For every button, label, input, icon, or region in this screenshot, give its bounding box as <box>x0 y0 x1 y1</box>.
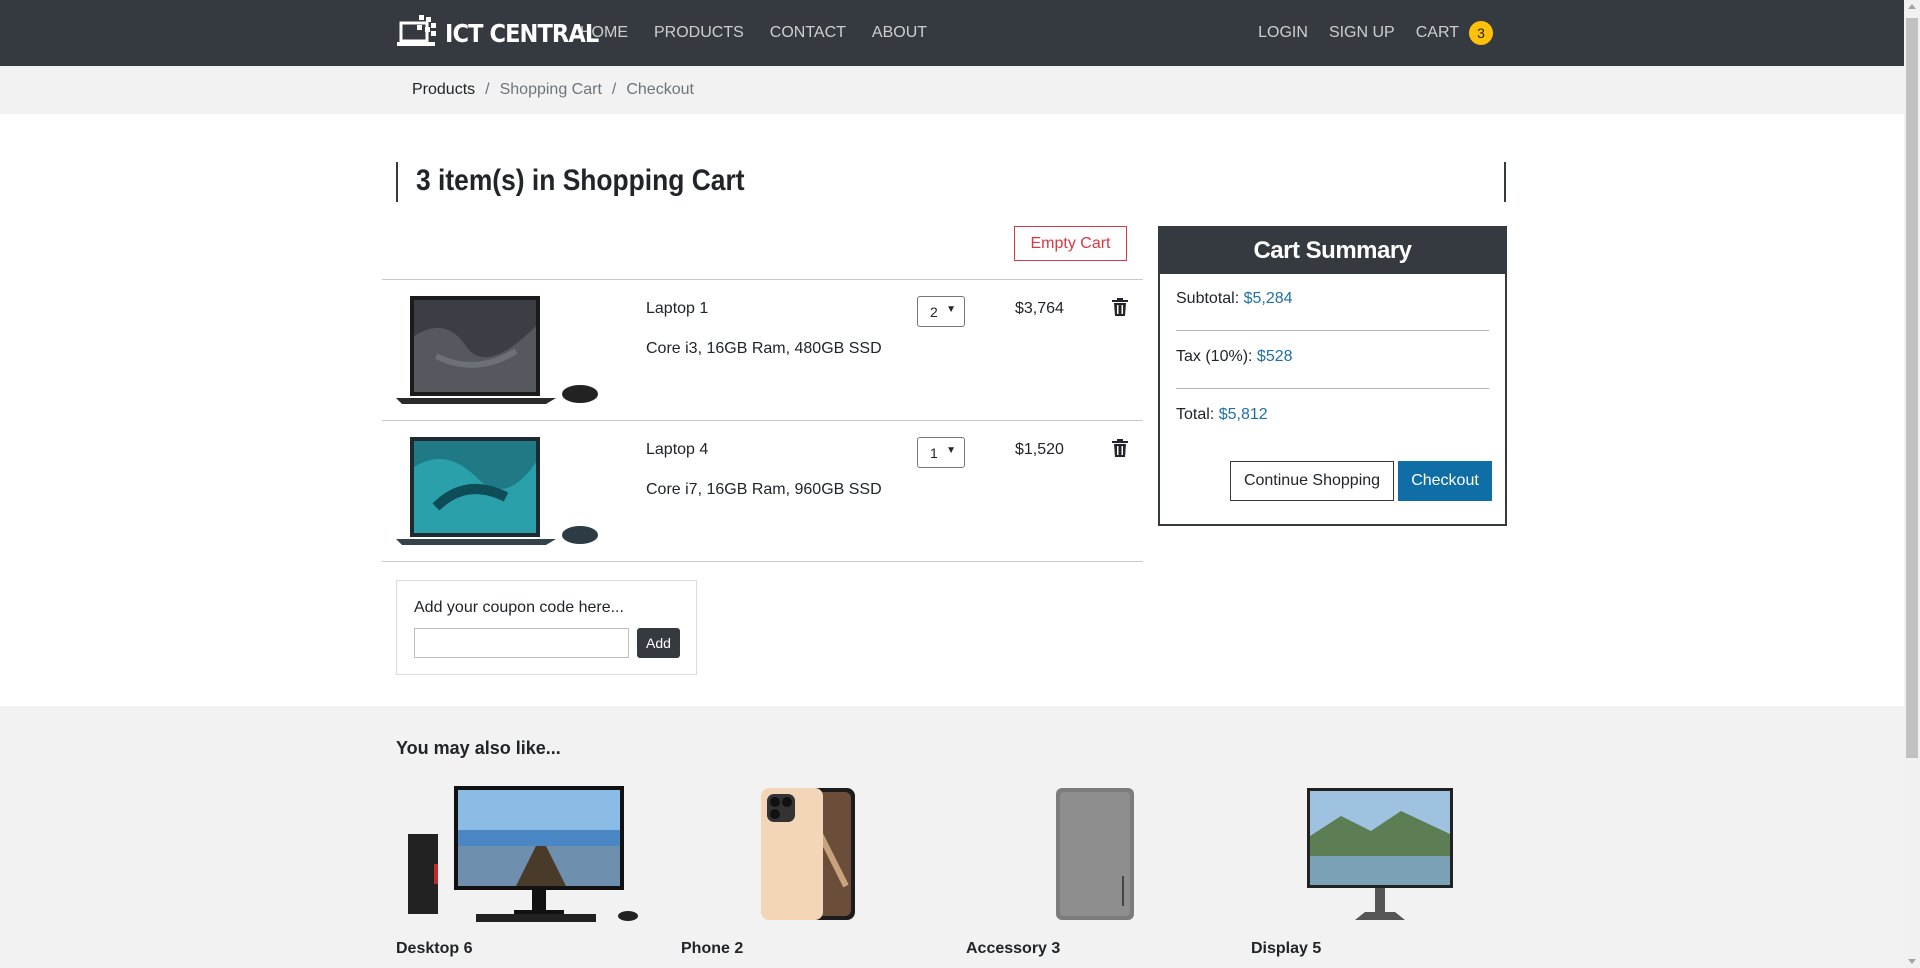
summary-divider <box>1176 388 1489 389</box>
cart-divider <box>382 561 1143 562</box>
recommendation-card[interactable]: Phone 2 <box>681 786 936 957</box>
add-coupon-button[interactable]: Add <box>637 628 680 658</box>
item-price: $1,520 <box>1015 441 1064 458</box>
brand-name: ICT CENTRAL <box>445 18 599 48</box>
breadcrumb-checkout: Checkout <box>626 81 694 98</box>
page-title-box: 3 item(s) in Shopping Cart <box>396 162 1506 202</box>
coupon-input[interactable] <box>414 628 629 658</box>
breadcrumb-separator: / <box>611 81 617 98</box>
trash-icon[interactable] <box>1112 439 1128 457</box>
recommendation-name: Desktop 6 <box>396 940 473 957</box>
cart-count-badge: 3 <box>1469 21 1493 45</box>
laptop-pixel-logo-icon <box>397 15 436 46</box>
top-navbar: ICT CENTRAL HOME PRODUCTS CONTACT ABOUT … <box>0 0 1904 66</box>
item-spec: Core i3, 16GB Ram, 480GB SSD <box>646 340 882 357</box>
chevron-down-icon: ▼ <box>946 445 956 456</box>
page-title: 3 item(s) in Shopping Cart <box>416 164 745 197</box>
monitor-image <box>1307 788 1453 920</box>
desktop-pc-image <box>408 786 638 922</box>
page-scrollbar[interactable] <box>1904 0 1920 968</box>
cart-summary-title: Cart Summary <box>1160 228 1505 274</box>
tax-label: Tax (10%): <box>1176 348 1253 365</box>
checkout-button[interactable]: Checkout <box>1398 461 1492 501</box>
summary-divider <box>1176 330 1489 331</box>
quantity-select[interactable]: 2 ▼ <box>917 296 965 327</box>
subtotal-line: Subtotal: $5,284 <box>1176 290 1293 308</box>
cart-item-row: Laptop 4 Core i7, 16GB Ram, 960GB SSD 1 … <box>382 421 1143 561</box>
account-nav: LOGIN SIGN UP CART 3 <box>1237 0 1493 66</box>
phone-image <box>761 788 855 920</box>
recommendation-name: Display 5 <box>1251 940 1322 957</box>
chevron-down-icon: ▼ <box>946 304 956 315</box>
nav-home[interactable]: HOME <box>580 24 628 42</box>
scroll-up-arrow-icon[interactable] <box>1908 4 1916 9</box>
coupon-box: Add your coupon code here... Add <box>396 580 697 675</box>
nav-login[interactable]: LOGIN <box>1258 24 1308 42</box>
recommendation-name: Accessory 3 <box>966 940 1061 957</box>
main-nav: HOME PRODUCTS CONTACT ABOUT <box>580 0 953 66</box>
quantity-value: 2 <box>930 304 938 320</box>
total-line: Total: $5,812 <box>1176 406 1268 424</box>
laptop-dark-image <box>396 296 598 404</box>
empty-cart-button[interactable]: Empty Cart <box>1014 226 1127 261</box>
item-name[interactable]: Laptop 4 <box>646 441 708 459</box>
scrollbar-thumb[interactable] <box>1906 18 1918 758</box>
subtotal-label: Subtotal: <box>1176 290 1240 307</box>
breadcrumb-shopping-cart[interactable]: Shopping Cart <box>500 81 602 99</box>
nav-contact[interactable]: CONTACT <box>770 24 846 42</box>
tax-line: Tax (10%): $528 <box>1176 348 1293 366</box>
scroll-down-arrow-icon[interactable] <box>1908 959 1916 964</box>
recommendation-card[interactable]: Desktop 6 <box>396 786 651 957</box>
subtotal-value: $5,284 <box>1243 290 1293 307</box>
tax-value: $528 <box>1256 348 1293 365</box>
recommendation-name: Phone 2 <box>681 940 744 957</box>
quantity-select[interactable]: 1 ▼ <box>917 437 965 468</box>
recommendation-card[interactable]: Accessory 3 <box>966 786 1221 957</box>
coupon-label: Add your coupon code here... <box>414 599 624 616</box>
total-label: Total: <box>1176 406 1215 423</box>
total-value: $5,812 <box>1218 406 1268 423</box>
breadcrumb-products[interactable]: Products <box>412 81 475 99</box>
nav-about[interactable]: ABOUT <box>872 24 927 42</box>
cart-item-row: Laptop 1 Core i3, 16GB Ram, 480GB SSD 2 … <box>382 280 1143 420</box>
recommendation-card[interactable]: Display 5 <box>1251 786 1506 957</box>
continue-shopping-button[interactable]: Continue Shopping <box>1230 461 1394 501</box>
item-price: $3,764 <box>1015 300 1064 317</box>
breadcrumb-bar: Products / Shopping Cart / Checkout <box>0 66 1904 114</box>
quantity-value: 1 <box>930 445 938 461</box>
recommendations-section: You may also like... Desktop 6 Phone 2 A… <box>0 706 1904 968</box>
power-bank-image <box>1056 788 1134 920</box>
nav-signup[interactable]: SIGN UP <box>1329 24 1395 42</box>
cart-summary: Cart Summary Subtotal: $5,284 Tax (10%):… <box>1158 226 1507 526</box>
breadcrumb-separator: / <box>485 81 490 98</box>
breadcrumb: Products / Shopping Cart / Checkout <box>412 66 694 114</box>
laptop-blue-image <box>396 437 598 545</box>
nav-cart-label: CART <box>1415 24 1459 41</box>
item-name[interactable]: Laptop 1 <box>646 300 708 318</box>
nav-products[interactable]: PRODUCTS <box>654 24 744 42</box>
item-spec: Core i7, 16GB Ram, 960GB SSD <box>646 481 882 498</box>
recommendations-title: You may also like... <box>396 738 561 758</box>
nav-cart[interactable]: CART 3 <box>1416 21 1493 45</box>
trash-icon[interactable] <box>1112 298 1128 316</box>
